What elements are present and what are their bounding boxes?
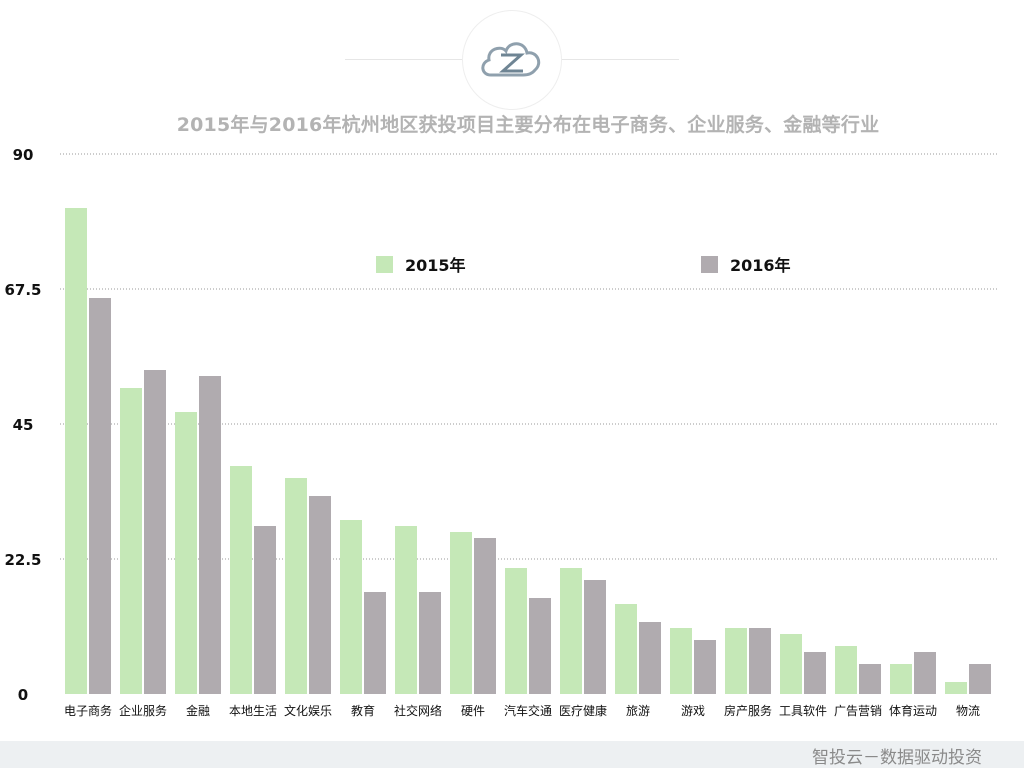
x-tick-label: 企业服务 bbox=[119, 703, 167, 718]
bar-series1 bbox=[560, 568, 582, 694]
bar-series1 bbox=[340, 520, 362, 694]
bar-series1 bbox=[395, 526, 417, 694]
bar-series1 bbox=[230, 466, 252, 694]
y-tick-label: 90 bbox=[13, 146, 34, 164]
bar-series2 bbox=[749, 628, 771, 694]
bar-series2 bbox=[474, 538, 496, 694]
x-tick-label: 文化娱乐 bbox=[284, 703, 332, 718]
legend-swatch bbox=[701, 256, 718, 273]
y-tick-label: 45 bbox=[13, 416, 34, 434]
bar-series2 bbox=[694, 640, 716, 694]
legend-swatch bbox=[376, 256, 393, 273]
bar-series1 bbox=[835, 646, 857, 694]
x-tick-label: 工具软件 bbox=[779, 704, 827, 718]
x-tick-label: 体育运动 bbox=[889, 703, 937, 718]
bar-series1 bbox=[725, 628, 747, 694]
bar-chart: 0 22.5 45 67.5 90 电子商务 企业服务 金融 本地生活 文化娱乐 教育 社交网络 硬件 汽… bbox=[4, 146, 998, 718]
x-tick-label: 社交网络 bbox=[394, 703, 442, 718]
bar-series2 bbox=[529, 598, 551, 694]
bar-series1 bbox=[65, 208, 87, 694]
x-tick-label: 金融 bbox=[186, 703, 210, 718]
bar-series2 bbox=[804, 652, 826, 694]
x-tick-label: 电子商务 bbox=[64, 703, 112, 718]
bar-series2 bbox=[89, 298, 111, 694]
footer-bar: 智投云－数据驱动投资 bbox=[0, 741, 1024, 768]
bar-series1 bbox=[450, 532, 472, 694]
x-tick-label: 教育 bbox=[351, 703, 375, 718]
y-tick-label: 67.5 bbox=[4, 281, 41, 299]
bar-series1 bbox=[780, 634, 802, 694]
bar-series2 bbox=[254, 526, 276, 694]
bar-series1 bbox=[945, 682, 967, 694]
x-tick-label: 汽车交通 bbox=[504, 703, 552, 718]
y-tick-label: 0 bbox=[18, 686, 28, 704]
bar-series2 bbox=[914, 652, 936, 694]
bar-series2 bbox=[639, 622, 661, 694]
bar-series2 bbox=[859, 664, 881, 694]
x-tick-label: 房产服务 bbox=[724, 703, 772, 718]
legend-label: 2016年 bbox=[730, 256, 791, 275]
bar-series1 bbox=[505, 568, 527, 694]
legend-label: 2015年 bbox=[405, 256, 466, 275]
x-tick-label: 旅游 bbox=[626, 704, 650, 718]
footer-slogan: 智投云－数据驱动投资 bbox=[812, 748, 982, 768]
bar-series2 bbox=[364, 592, 386, 694]
bar-series1 bbox=[670, 628, 692, 694]
x-tick-label: 游戏 bbox=[681, 704, 705, 718]
bar-series2 bbox=[969, 664, 991, 694]
bar-series2 bbox=[199, 376, 221, 694]
x-tick-label: 广告营销 bbox=[834, 704, 882, 718]
bar-series2 bbox=[584, 580, 606, 694]
bar-series1 bbox=[175, 412, 197, 694]
bar-series1 bbox=[615, 604, 637, 694]
bar-series2 bbox=[309, 496, 331, 694]
bar-series2 bbox=[144, 370, 166, 694]
bar-series1 bbox=[285, 478, 307, 694]
bar-series1 bbox=[890, 664, 912, 694]
bar-series1 bbox=[120, 388, 142, 694]
bar-series2 bbox=[419, 592, 441, 694]
x-tick-label: 物流 bbox=[956, 704, 980, 718]
x-tick-label: 硬件 bbox=[461, 704, 485, 718]
x-tick-label: 医疗健康 bbox=[559, 703, 607, 718]
x-tick-label: 本地生活 bbox=[229, 704, 277, 718]
y-tick-label: 22.5 bbox=[4, 551, 41, 569]
